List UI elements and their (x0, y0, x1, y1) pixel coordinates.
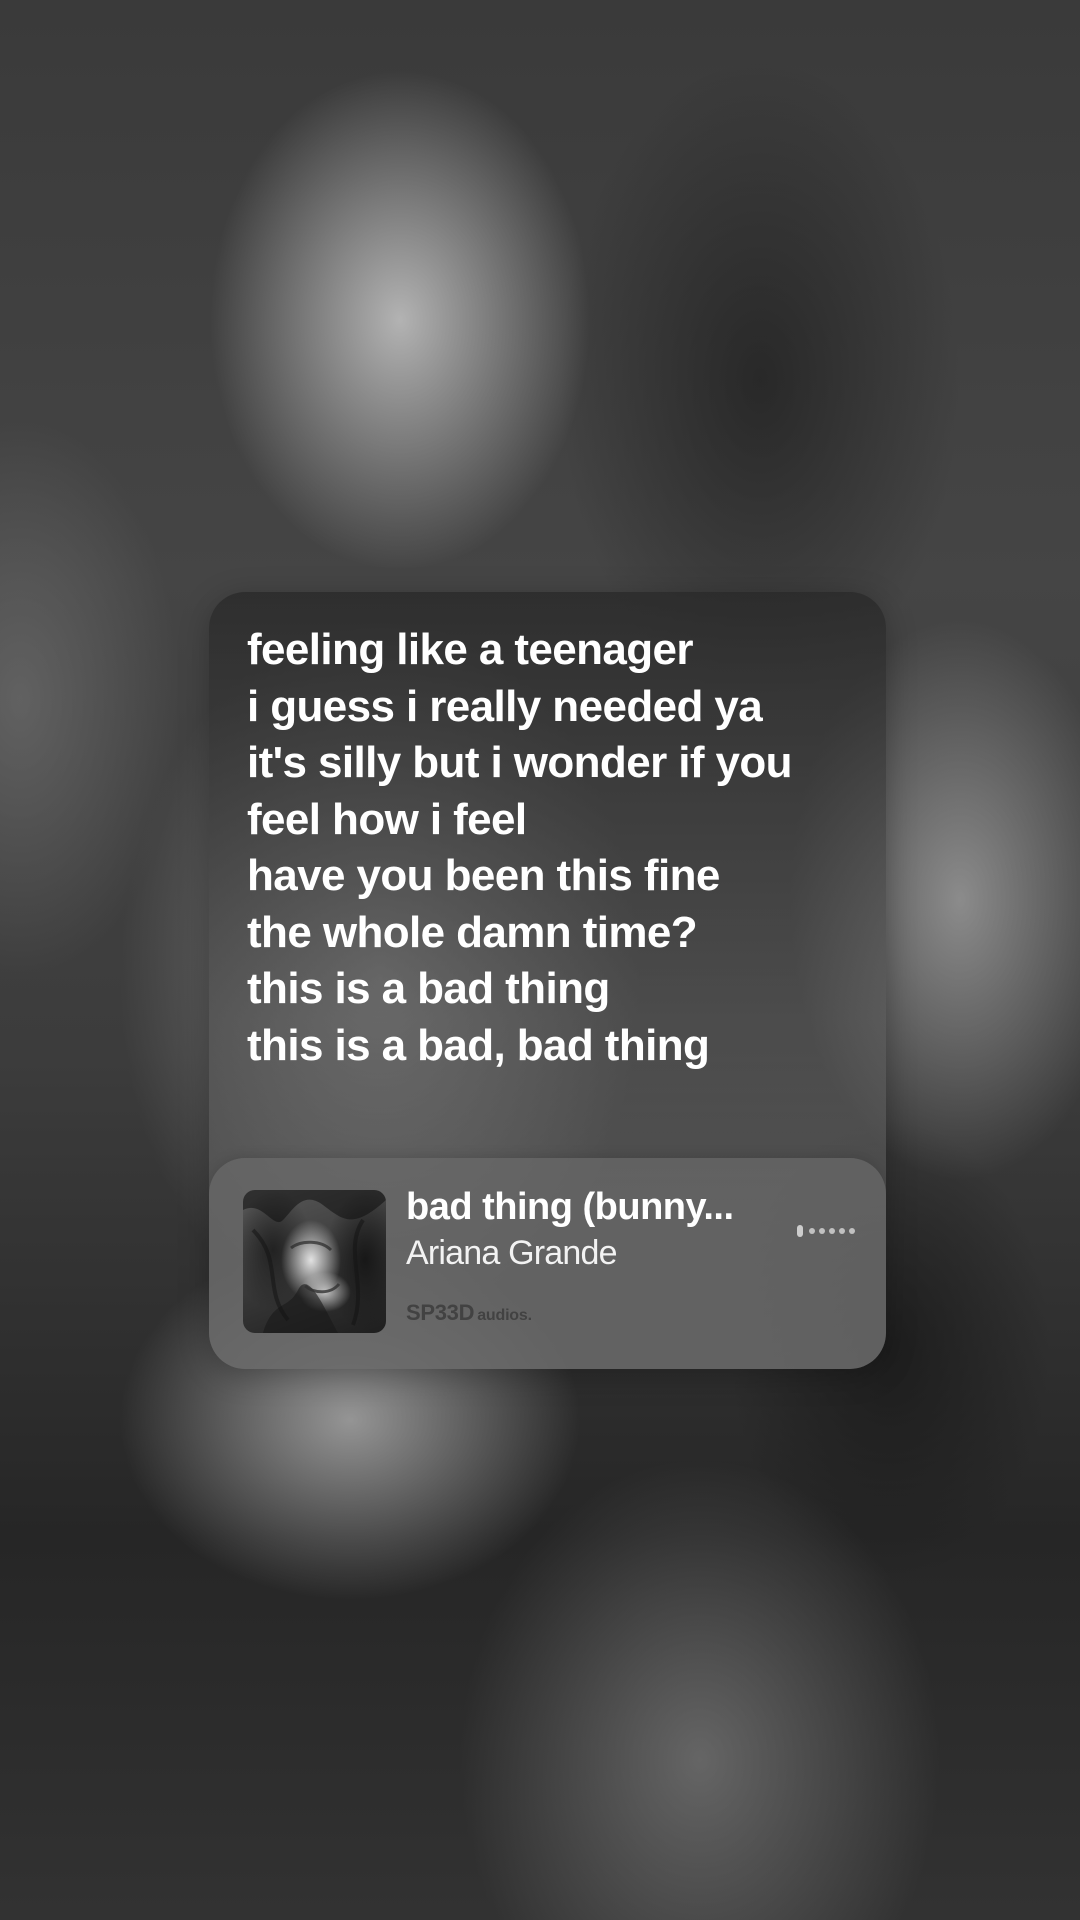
brand-suffix: audios. (477, 1307, 532, 1324)
brand-watermark: SP33D audios. (406, 1300, 532, 1326)
album-art-image[interactable] (243, 1190, 386, 1333)
album-art-icon (243, 1190, 386, 1333)
lyric-line: have you been this fine (247, 851, 720, 900)
playback-progress-dots-icon (797, 1225, 855, 1237)
lyrics-share-screen: feeling like a teenager i guess i really… (0, 0, 1080, 1920)
brand-name: SP33D (406, 1300, 475, 1325)
now-playing-bar[interactable]: bad thing (bunny... Ariana Grande SP33D a… (209, 1158, 886, 1369)
lyrics-list: feeling like a teenager i guess i really… (247, 622, 867, 1074)
artist-name: Ariana Grande (406, 1234, 618, 1272)
lyric-line: this is a bad, bad thing (247, 1020, 710, 1070)
lyric-line: the whole damn time? (247, 907, 698, 957)
lyric-line: it's silly but i wonder if you (247, 738, 793, 787)
lyric-line: feeling like a teenager (247, 625, 694, 674)
lyric-line: i guess i really needed ya (247, 681, 763, 731)
lyric-line: feel how i feel (247, 794, 527, 844)
lyric-line: this is a bad thing (247, 964, 610, 1013)
track-title: bad thing (bunny... (406, 1186, 734, 1228)
lyrics-card: feeling like a teenager i guess i really… (209, 592, 886, 1369)
